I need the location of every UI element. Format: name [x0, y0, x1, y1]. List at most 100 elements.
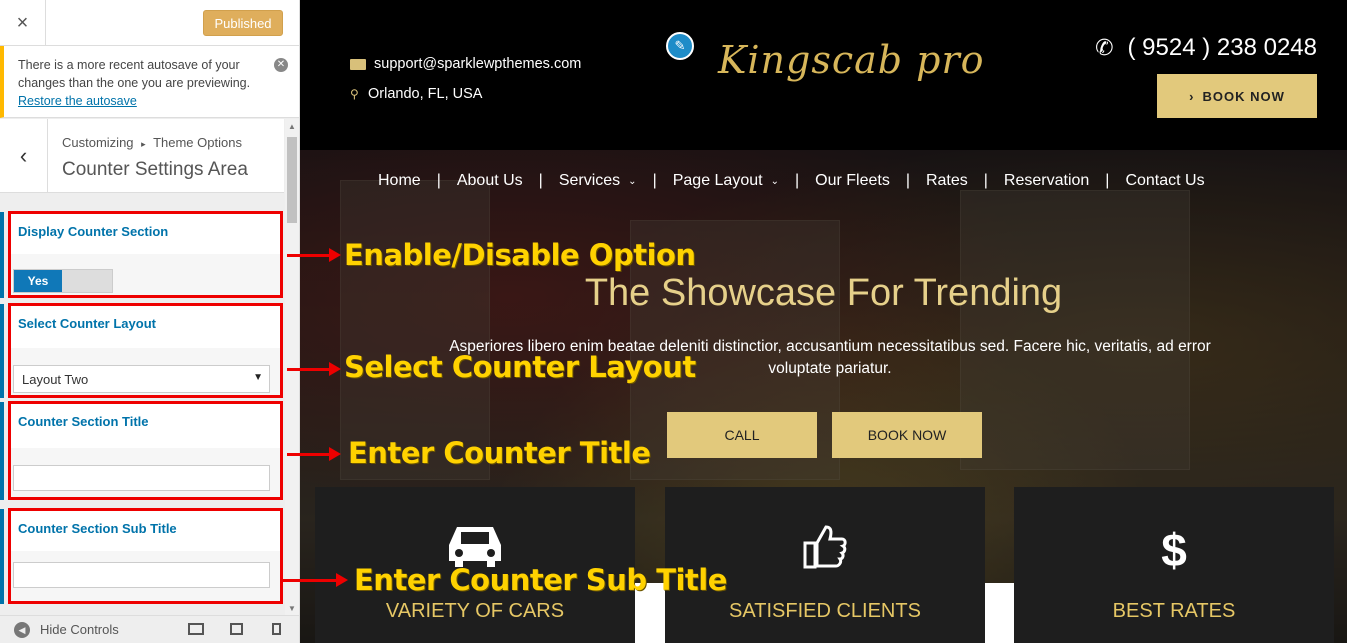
sidebar-scrollbar[interactable]: ▲ ▼ — [285, 119, 299, 615]
scroll-down-icon[interactable]: ▼ — [288, 604, 296, 613]
main-nav: Home | About Us | Services ⌄ | Page Layou… — [378, 172, 1205, 190]
annotation-counter-title: Enter Counter Title — [348, 436, 651, 470]
card-label: BEST RATES — [1112, 600, 1236, 622]
nav-separator: | — [905, 172, 910, 189]
back-arrow-icon[interactable]: ‹ — [0, 119, 48, 193]
annotation-enable-disable: Enable/Disable Option — [344, 238, 696, 272]
chevron-down-icon: ⌄ — [628, 175, 637, 187]
hero-book-now-button[interactable]: BOOK NOW — [832, 412, 982, 458]
nav-separator: | — [983, 172, 988, 189]
hide-controls-icon[interactable]: ◀ — [14, 622, 30, 638]
nav-about-us[interactable]: About Us — [457, 172, 523, 190]
customizer-header: × Published — [0, 0, 299, 46]
hero-title: The Showcase For Trending — [584, 272, 1063, 314]
counter-subtitle-label: Counter Section Sub Title — [11, 511, 280, 551]
customizer-sidebar: × Published There is a more recent autos… — [0, 0, 300, 643]
tablet-preview-icon[interactable] — [230, 623, 243, 635]
counter-subtitle-control: Counter Section Sub Title — [0, 508, 283, 604]
chevron-right-icon: › — [1189, 88, 1195, 104]
publish-button[interactable]: Published — [203, 10, 283, 36]
annotation-arrow — [287, 447, 341, 461]
counter-title-label: Counter Section Title — [11, 404, 280, 448]
book-now-header-button[interactable]: › BOOK NOW — [1157, 74, 1317, 118]
location-line: ⚲ Orlando, FL, USA — [350, 86, 482, 102]
annotation-arrow — [287, 248, 341, 262]
nav-our-fleets[interactable]: Our Fleets — [815, 172, 890, 190]
map-pin-icon: ⚲ — [350, 86, 359, 101]
nav-label: Services — [558, 172, 621, 189]
breadcrumb: Customizing ▸ Theme Options — [62, 135, 242, 150]
annotation-select-layout: Select Counter Layout — [344, 350, 696, 384]
counter-layout-selected: Layout Two — [22, 372, 89, 387]
nav-separator: | — [1105, 172, 1110, 189]
autosave-notice-text: There is a more recent autosave of your … — [18, 58, 251, 90]
desktop-preview-icon[interactable] — [188, 623, 204, 635]
control-indicator — [0, 509, 4, 604]
nav-label: Home — [378, 172, 421, 189]
nav-label: About Us — [456, 172, 523, 189]
nav-label: Contact Us — [1125, 172, 1205, 189]
scrollbar-thumb[interactable] — [287, 137, 297, 223]
call-button[interactable]: CALL — [667, 412, 817, 458]
envelope-icon — [350, 58, 366, 70]
customizer-footer: ◀ Hide Controls — [0, 615, 299, 643]
nav-label: Reservation — [1003, 172, 1090, 189]
nav-label: Our Fleets — [815, 172, 890, 189]
nav-contact-us[interactable]: Contact Us — [1125, 172, 1204, 190]
control-indicator — [0, 304, 4, 398]
restore-autosave-link[interactable]: Restore the autosave — [18, 94, 137, 108]
dollar-icon: $ — [1161, 524, 1187, 576]
nav-label: Rates — [925, 172, 968, 189]
annotation-arrow — [282, 573, 348, 587]
toggle-yes[interactable]: Yes — [14, 270, 62, 292]
nav-page-layout[interactable]: Page Layout ⌄ — [673, 172, 779, 190]
chevron-down-icon: ▼ — [253, 372, 263, 383]
site-header: support@sparklewpthemes.com ⚲ Orlando, F… — [300, 0, 1347, 150]
scroll-up-icon[interactable]: ▲ — [288, 122, 296, 131]
nav-separator: | — [436, 172, 441, 189]
header-phone: ✆ ( 9524 ) 238 0248 — [1095, 34, 1317, 62]
phone-number[interactable]: ( 9524 ) 238 0248 — [1128, 34, 1317, 62]
display-counter-toggle[interactable]: Yes — [13, 269, 113, 293]
breadcrumb-theme-options: Theme Options — [153, 135, 242, 150]
counter-title-control: Counter Section Title — [0, 401, 283, 500]
counter-subtitle-input[interactable] — [13, 562, 270, 588]
counter-title-input[interactable] — [13, 465, 270, 491]
control-indicator — [0, 402, 4, 500]
display-counter-control: Display Counter Section Yes — [0, 211, 283, 298]
display-counter-label: Display Counter Section — [11, 214, 280, 254]
site-logo[interactable]: Kingscab pro — [718, 38, 985, 82]
chevron-down-icon: ⌄ — [770, 175, 779, 187]
counter-card: $ BEST RATES — [1014, 487, 1334, 643]
counter-layout-control: Select Counter Layout Layout Two ▼ — [0, 303, 283, 398]
dismiss-icon[interactable]: ✕ — [274, 58, 288, 72]
nav-separator: | — [794, 172, 800, 189]
counter-layout-select[interactable]: Layout Two ▼ — [13, 365, 270, 393]
header-email[interactable]: support@sparklewpthemes.com — [374, 56, 581, 72]
nav-separator: | — [538, 172, 543, 189]
control-indicator — [0, 212, 4, 298]
header-location: Orlando, FL, USA — [368, 86, 483, 102]
pencil-icon[interactable]: ✎ — [666, 32, 694, 60]
nav-reservation[interactable]: Reservation — [1004, 172, 1089, 190]
section-title: Counter Settings Area — [62, 159, 248, 180]
card-label: VARIETY OF CARS — [385, 600, 565, 622]
section-header: ‹ Customizing ▸ Theme Options Counter Se… — [0, 119, 284, 193]
close-icon[interactable]: × — [0, 0, 46, 46]
counter-layout-label: Select Counter Layout — [11, 306, 280, 348]
annotation-counter-subtitle: Enter Counter Sub Title — [354, 563, 727, 597]
site-preview: support@sparklewpthemes.com ⚲ Orlando, F… — [300, 0, 1347, 643]
annotation-arrow — [287, 362, 341, 376]
nav-rates[interactable]: Rates — [926, 172, 968, 190]
email-line: support@sparklewpthemes.com — [350, 56, 581, 72]
book-now-label: BOOK NOW — [1202, 88, 1285, 104]
breadcrumb-separator: ▸ — [141, 139, 146, 149]
mobile-preview-icon[interactable] — [272, 623, 281, 635]
hide-controls-button[interactable]: Hide Controls — [40, 622, 119, 637]
card-label: SATISFIED CLIENTS — [729, 600, 921, 622]
autosave-notice: There is a more recent autosave of your … — [0, 46, 299, 118]
phone-icon: ✆ — [1095, 35, 1114, 60]
breadcrumb-customizing: Customizing — [62, 135, 134, 150]
nav-home[interactable]: Home — [378, 172, 421, 190]
nav-services[interactable]: Services ⌄ — [559, 172, 637, 190]
